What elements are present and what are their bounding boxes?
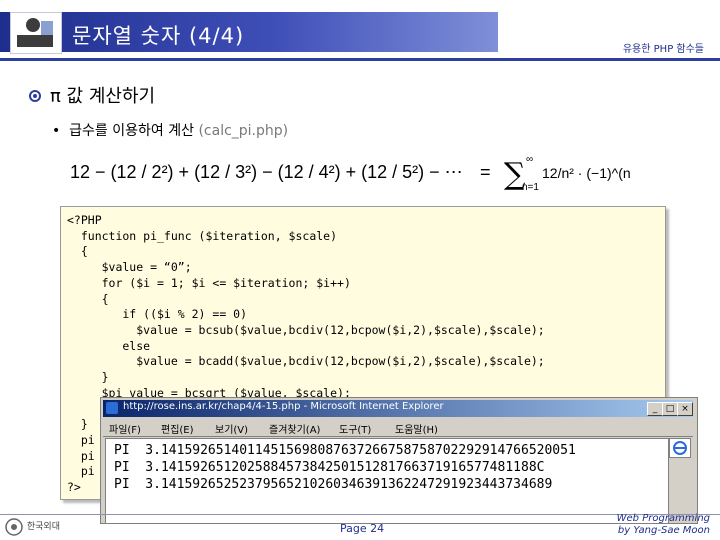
code-line: $value = “0”; [67,260,192,275]
browser-title: http://rose.ins.ar.kr/chap4/4-15.php - M… [123,401,444,412]
page-number: Page 24 [340,522,385,535]
course-author: by Yang-Sae Moon [617,525,710,536]
bullet-level2-file: (calc_pi.php) [198,123,289,139]
page-subtitle: 유용한 PHP 함수들 [622,44,704,55]
menu-view[interactable]: 보기(V) [215,421,248,436]
menu-tools[interactable]: 도구(T) [339,421,371,436]
output-line: PI 3.14159265140114515698087637266758758… [114,443,576,458]
bullet-dot-icon: • [52,123,70,139]
minimize-button[interactable]: _ [647,402,663,416]
series-formula: 12 − (12 / 2²) + (12 / 3²) − (12 / 4²) +… [70,154,630,192]
ie-icon [106,402,118,414]
browser-output: PI 3.14159265140114515698087637266758758… [114,442,576,493]
close-button[interactable]: × [677,402,693,416]
ie-logo-icon [669,438,691,458]
menu-favorites[interactable]: 즐겨찾기(A) [269,421,320,436]
code-line: } [67,370,109,385]
code-line: $value = bcsub($value,bcdiv(12,bcpow($i,… [67,322,545,337]
bullet-flower-icon [28,87,42,102]
course-info: Web Programming by Yang-Sae Moon [617,513,710,537]
code-line: { [67,244,88,259]
code-line: <?PHP [67,213,102,227]
code-line: $value = bcadd($value,bcdiv(12,bcpow($i,… [67,354,545,369]
maximize-button[interactable]: □ [662,402,678,416]
course-title: Web Programming [616,513,710,524]
university-logo-icon: 한국외대 [4,516,72,538]
university-name: 한국외대 [26,522,60,532]
formula-sum-upper: ∞ [526,154,533,165]
code-line: function pi_func ($iteration, $scale) [67,228,338,243]
menu-help[interactable]: 도움말(H) [395,421,438,436]
browser-menubar: 파일(F) 편집(E) 보기(V) 즐겨찾기(A) 도구(T) 도움말(H) [103,418,693,437]
footer-divider [0,514,720,515]
menu-file[interactable]: 파일(F) [109,421,141,436]
code-line: else [67,338,151,353]
formula-term: 12/n² · (−1)^(n+1) [542,165,630,181]
browser-titlebar: http://rose.ins.ar.kr/chap4/4-15.php - M… [103,400,693,417]
output-line: PI 3.14159265252379565210260346391362247… [114,477,553,492]
code-line: { [67,291,109,306]
output-line: PI 3.14159265120258845738425015128176637… [114,460,545,475]
presenter-logo-icon [10,12,62,54]
code-line: for ($i = 1; $i <= $iteration; $i++) [67,275,351,290]
formula-left: 12 − (12 / 2²) + (12 / 3²) − (12 / 4²) +… [70,162,463,182]
formula-sum-lower: n=1 [522,182,539,192]
header-divider [0,58,720,61]
page-title: 문자열 숫자 (4/4) [72,24,245,48]
bullet-level2: • 급수를 이용하여 계산 (calc_pi.php) [52,120,288,140]
browser-window: http://rose.ins.ar.kr/chap4/4-15.php - M… [100,397,698,524]
code-line: if (($i % 2) == 0) [67,307,248,322]
bullet-level2-text: 급수를 이용하여 계산 [69,123,194,139]
bullet-level1-text: π 값 계산하기 [50,86,156,107]
formula-equals: = [480,162,491,182]
bullet-level1: π 값 계산하기 [28,82,155,108]
menu-edit[interactable]: 편집(E) [161,421,194,436]
browser-content: PI 3.14159265140114515698087637266758758… [105,438,669,524]
